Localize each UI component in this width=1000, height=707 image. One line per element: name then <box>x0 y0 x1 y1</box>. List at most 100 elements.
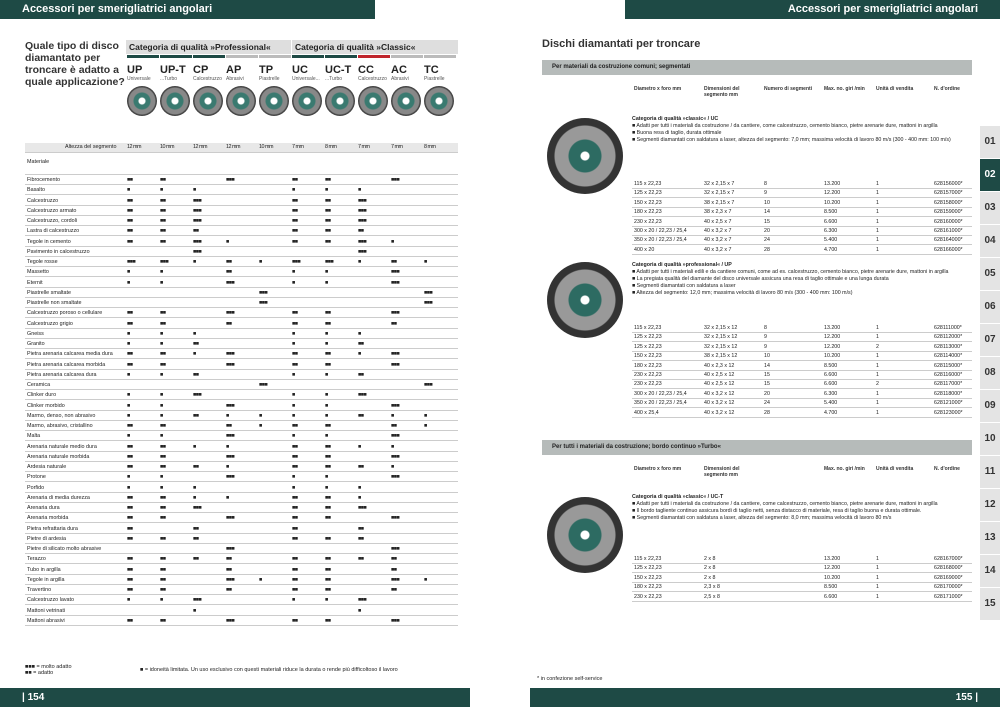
suitability-mark: ■ <box>127 412 130 419</box>
disc-type-tc: TC Piastrelle <box>424 64 458 144</box>
table-cell: 38 x 2,3 x 7 <box>704 209 732 216</box>
table-cell: 6.300 <box>824 228 838 234</box>
table-cell: 1 <box>876 556 879 562</box>
suitability-mark: ■■ <box>160 197 166 204</box>
segment-height: 12 mm <box>193 144 207 150</box>
chapter-tab-08[interactable]: 08 <box>980 357 1000 389</box>
chapter-tab-04[interactable]: 04 <box>980 225 1000 257</box>
disc-code: TP <box>259 64 274 76</box>
suitability-mark: ■■ <box>292 576 298 583</box>
table-cell: 628161000* <box>934 228 963 234</box>
material-name: Eternit <box>27 279 43 286</box>
chapter-tab-09[interactable]: 09 <box>980 390 1000 422</box>
suitability-mark: ■■■ <box>424 382 433 388</box>
suitability-mark: ■■ <box>226 259 232 265</box>
suitability-mark: ■■ <box>226 587 232 593</box>
table-cell: 180 x 22,23 <box>634 362 662 369</box>
material-name: Ardesia naturale <box>27 464 67 470</box>
suitability-mark: ■■ <box>325 494 331 501</box>
table-row: 125 x 22,23 32 x 2,15 x 7 9 12.200 1 62815700… <box>632 189 972 199</box>
suitability-mark: ■■■ <box>226 310 235 317</box>
suitability-mark: ■ <box>160 392 163 399</box>
suitability-mark: ■■ <box>226 269 232 276</box>
table-cell: 1 <box>876 353 879 360</box>
table-cell: 628166000* <box>934 246 963 253</box>
chapter-tab-13[interactable]: 13 <box>980 522 1000 554</box>
category-color-bar <box>160 55 192 58</box>
suitability-mark: ■ <box>325 412 328 419</box>
suitability-mark: ■■ <box>358 412 364 419</box>
suitability-mark: ■ <box>160 341 163 347</box>
category-color-bar <box>193 55 225 58</box>
suitability-mark: ■■ <box>292 453 298 460</box>
suitability-mark: ■■ <box>127 228 133 235</box>
feature-line: ■ Il bordo tagliente continuo assicura b… <box>632 508 922 514</box>
table-cell: 2 x 8 <box>704 574 716 581</box>
table-cell: 1 <box>876 237 879 244</box>
suitability-mark: ■■ <box>292 361 298 368</box>
suitability-mark: ■ <box>292 597 295 604</box>
disc-name: Universale... <box>292 76 320 82</box>
material-name: Pietra refrattaria dura <box>27 525 78 532</box>
suitability-mark: ■■ <box>127 310 133 317</box>
suitability-mark: ■ <box>160 433 163 440</box>
chapter-tab-01[interactable]: 01 <box>980 126 1000 158</box>
table-cell: 1 <box>876 199 879 206</box>
chapter-tab-12[interactable]: 12 <box>980 489 1000 521</box>
suitability-mark: ■■ <box>160 361 166 368</box>
column-header: N. d'ordine <box>934 86 960 92</box>
table-cell: 40 x 3,2 x 7 <box>704 246 732 253</box>
suitability-mark: ■ <box>259 423 262 429</box>
disc-icon <box>193 86 223 116</box>
suitability-mark: ■■■ <box>391 310 400 317</box>
table-cell: 400 x 20 <box>634 246 655 253</box>
table-cell: 10.200 <box>824 574 841 581</box>
suitability-mark: ■ <box>226 494 229 501</box>
table-row: 125 x 22,23 32 x 2,15 x 12 9 12.200 1 6281120… <box>632 333 972 343</box>
chapter-tab-14[interactable]: 14 <box>980 555 1000 587</box>
table-row: Pietre di ardesia ■■ ■■ ■■ ■■ ■■ ■■ <box>25 535 458 544</box>
table-cell: 628111000* <box>934 325 962 331</box>
suitability-mark: ■■ <box>127 443 133 450</box>
suitability-mark: ■ <box>325 392 328 399</box>
chapter-tab-15[interactable]: 15 <box>980 588 1000 620</box>
table-row: 180 x 22,23 40 x 2,3 x 12 14 8.500 1 62811500… <box>632 362 972 371</box>
suitability-mark: ■■ <box>325 566 331 573</box>
suitability-mark: ■ <box>424 576 427 583</box>
suitability-mark: ■■ <box>292 238 298 245</box>
table-cell: 32 x 2,15 x 12 <box>704 325 738 331</box>
table-row: Ardesia naturale ■■ ■■ ■■ ■ ■■ ■■ ■■ ■ <box>25 463 458 472</box>
suitability-mark: ■ <box>292 269 295 276</box>
suitability-mark: ■■ <box>193 525 199 532</box>
chapter-tab-07[interactable]: 07 <box>980 324 1000 356</box>
suitability-mark: ■ <box>127 402 130 409</box>
chapter-tab-11[interactable]: 11 <box>980 456 1000 488</box>
suitability-mark: ■ <box>424 423 427 429</box>
table-row: Malta ■ ■ ■■■ ■ ■ ■■■ <box>25 432 458 442</box>
suitability-mark: ■ <box>325 371 328 378</box>
suitability-mark: ■■ <box>193 228 199 235</box>
chapter-tab-02[interactable]: 02 <box>980 159 1000 191</box>
chapter-tab-10[interactable]: 10 <box>980 423 1000 455</box>
table-cell: 1 <box>876 362 879 369</box>
suitability-mark: ■■■ <box>358 248 367 255</box>
column-header: Max. no. giri /min <box>824 466 865 472</box>
suitability-mark: ■■ <box>193 535 199 542</box>
suitability-mark: ■ <box>193 494 196 501</box>
chapter-tab-05[interactable]: 05 <box>980 258 1000 290</box>
table-cell: 1 <box>876 325 879 331</box>
material-name: Gneiss <box>27 330 44 337</box>
feature-line: ■ Segmenti diamantati con saldatura a la… <box>632 137 951 143</box>
chapter-tab-06[interactable]: 06 <box>980 291 1000 323</box>
disc-code: UC <box>292 64 308 76</box>
table-cell: 1 <box>876 218 879 225</box>
suitability-mark: ■ <box>193 259 196 265</box>
suitability-mark: ■■ <box>127 494 133 501</box>
material-name: Mattoni abrasivi <box>27 617 65 624</box>
suitability-mark: ■■■ <box>391 453 400 460</box>
chapter-tab-03[interactable]: 03 <box>980 192 1000 224</box>
disc-name: Universale <box>127 76 151 82</box>
table-cell: 628117000* <box>934 381 963 388</box>
suitability-mark: ■ <box>292 402 295 409</box>
disc-name: Abrasivi <box>226 76 244 82</box>
